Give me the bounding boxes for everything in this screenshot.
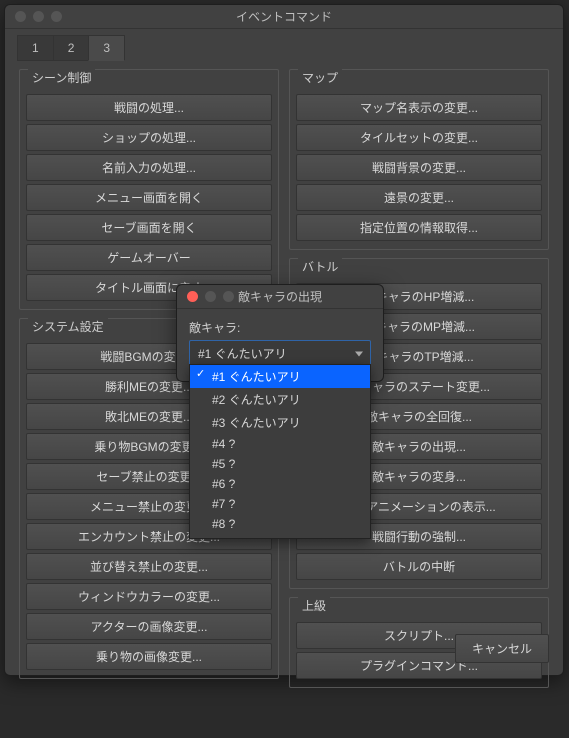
- command-button[interactable]: 指定位置の情報取得...: [296, 214, 542, 241]
- dropdown-option[interactable]: #3 ぐんたいアリ: [190, 411, 370, 434]
- command-button[interactable]: ショップの処理...: [26, 124, 272, 151]
- command-button[interactable]: ウィンドウカラーの変更...: [26, 583, 272, 610]
- command-button[interactable]: 並び替え禁止の変更...: [26, 553, 272, 580]
- footer: キャンセル: [455, 634, 549, 663]
- command-button[interactable]: アクターの画像変更...: [26, 613, 272, 640]
- main-titlebar: イベントコマンド: [5, 5, 563, 29]
- zoom-icon[interactable]: [51, 11, 62, 22]
- command-button[interactable]: 戦闘の処理...: [26, 94, 272, 121]
- close-icon[interactable]: [187, 291, 198, 302]
- popup-titlebar: 敵キャラの出現: [177, 285, 383, 309]
- tab-3[interactable]: 3: [88, 35, 125, 61]
- enemy-label: 敵キャラ:: [189, 319, 371, 336]
- command-button[interactable]: マップ名表示の変更...: [296, 94, 542, 121]
- group-title: バトル: [298, 258, 342, 275]
- enemy-appearance-dialog: 敵キャラの出現 敵キャラ: #1 ぐんたいアリ ✓#1 ぐんたいアリ#2 ぐんた…: [176, 284, 384, 382]
- command-button[interactable]: メニュー画面を開く: [26, 184, 272, 211]
- select-display[interactable]: #1 ぐんたいアリ: [189, 340, 371, 367]
- dropdown-option[interactable]: #4 ?: [190, 434, 370, 454]
- zoom-icon[interactable]: [223, 291, 234, 302]
- group-title: システム設定: [28, 318, 108, 335]
- dropdown-option[interactable]: #5 ?: [190, 454, 370, 474]
- dropdown-option[interactable]: ✓#1 ぐんたいアリ: [190, 365, 370, 388]
- command-button[interactable]: 戦闘背景の変更...: [296, 154, 542, 181]
- cancel-button[interactable]: キャンセル: [455, 634, 549, 663]
- minimize-icon[interactable]: [205, 291, 216, 302]
- tab-1[interactable]: 1: [17, 35, 54, 61]
- group-title: 上級: [298, 597, 330, 614]
- group-title: マップ: [298, 69, 342, 86]
- dropdown-option[interactable]: #2 ぐんたいアリ: [190, 388, 370, 411]
- group-title: シーン制御: [28, 69, 95, 86]
- enemy-dropdown: ✓#1 ぐんたいアリ#2 ぐんたいアリ#3 ぐんたいアリ#4 ?#5 ?#6 ?…: [189, 364, 371, 539]
- command-button[interactable]: 遠景の変更...: [296, 184, 542, 211]
- command-button[interactable]: 名前入力の処理...: [26, 154, 272, 181]
- dropdown-option[interactable]: #7 ?: [190, 494, 370, 514]
- enemy-select[interactable]: #1 ぐんたいアリ ✓#1 ぐんたいアリ#2 ぐんたいアリ#3 ぐんたいアリ#4…: [189, 340, 371, 367]
- group: マップマップ名表示の変更... タイルセットの変更... 戦闘背景の変更... 遠景の…: [289, 69, 549, 250]
- dropdown-option[interactable]: #6 ?: [190, 474, 370, 494]
- tab-2[interactable]: 2: [53, 35, 90, 61]
- command-button[interactable]: 乗り物の画像変更...: [26, 643, 272, 670]
- traffic-lights: [5, 11, 62, 22]
- minimize-icon[interactable]: [33, 11, 44, 22]
- window-title: イベントコマンド: [5, 5, 563, 29]
- dropdown-option[interactable]: #8 ?: [190, 514, 370, 534]
- command-button[interactable]: タイルセットの変更...: [296, 124, 542, 151]
- command-button[interactable]: ゲームオーバー: [26, 244, 272, 271]
- check-icon: ✓: [196, 367, 205, 380]
- command-button[interactable]: バトルの中断: [296, 553, 542, 580]
- tab-bar: 1 2 3: [5, 29, 563, 61]
- command-button[interactable]: セーブ画面を開く: [26, 214, 272, 241]
- close-icon[interactable]: [15, 11, 26, 22]
- popup-traffic-lights: [177, 291, 234, 302]
- group: シーン制御戦闘の処理... ショップの処理... 名前入力の処理... メニュー画面を…: [19, 69, 279, 310]
